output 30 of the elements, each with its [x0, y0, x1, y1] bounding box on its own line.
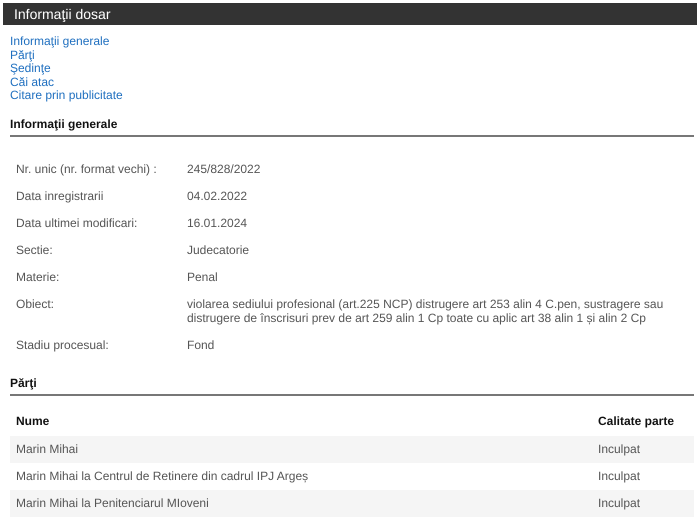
field-label: Data ultimei modificari: [16, 216, 138, 230]
field-value: 16.01.2024 [187, 216, 248, 230]
window-title: Informaţii dosar [14, 6, 110, 22]
field-label: Materie: [16, 270, 60, 284]
table-cell: Inculpat [592, 436, 694, 462]
field-value: Fond [187, 338, 216, 352]
column-header: Calitate parte [597, 412, 676, 430]
field-value: Penal [187, 270, 219, 284]
section-heading: Informaţii generale [10, 116, 118, 130]
field-label: Obiect: [16, 296, 56, 312]
field-label: Nr. unic (nr. format vechi) : [16, 162, 158, 176]
table-cell: Inculpat [592, 462, 694, 490]
section-heading: Părţi [10, 376, 37, 390]
table-cell: Inculpat [592, 490, 694, 516]
field-value: 04.02.2022 [187, 188, 248, 202]
field-label: Stadiu procesual: [16, 338, 110, 352]
nav-link[interactable]: Şedinţe [10, 62, 51, 76]
field-label: Data inregistrarii [16, 188, 104, 202]
field-label: Sectie: [16, 242, 54, 256]
field-value: Judecatorie [187, 242, 250, 256]
table-cell: Marin Mihai la Centrul de Retinere din cadrul IPJ Argeș [10, 462, 592, 490]
table-cell: Marin Mihai [10, 436, 592, 462]
nav-link[interactable]: Citare prin publicitate [10, 89, 123, 102]
field-value: violarea sediului profesional (art.225 NCP) distrugere art 253 alin 4 C.pen, sustragere sau distrugere de înscrisuri prev de art 259 alin 1 Cp toate cu aplic art 38 alin 1 și alin 2 Cp [187, 296, 664, 324]
column-header: Nume [15, 412, 50, 430]
nav-link[interactable]: Părţi [10, 48, 35, 62]
nav-link[interactable]: Căi atac [10, 76, 54, 89]
field-value: 245/828/2022 [187, 162, 262, 176]
table-cell: Marin Mihai la Penitenciarul MIoveni [10, 490, 592, 516]
nav-link[interactable]: Informaţii generale [10, 35, 110, 48]
